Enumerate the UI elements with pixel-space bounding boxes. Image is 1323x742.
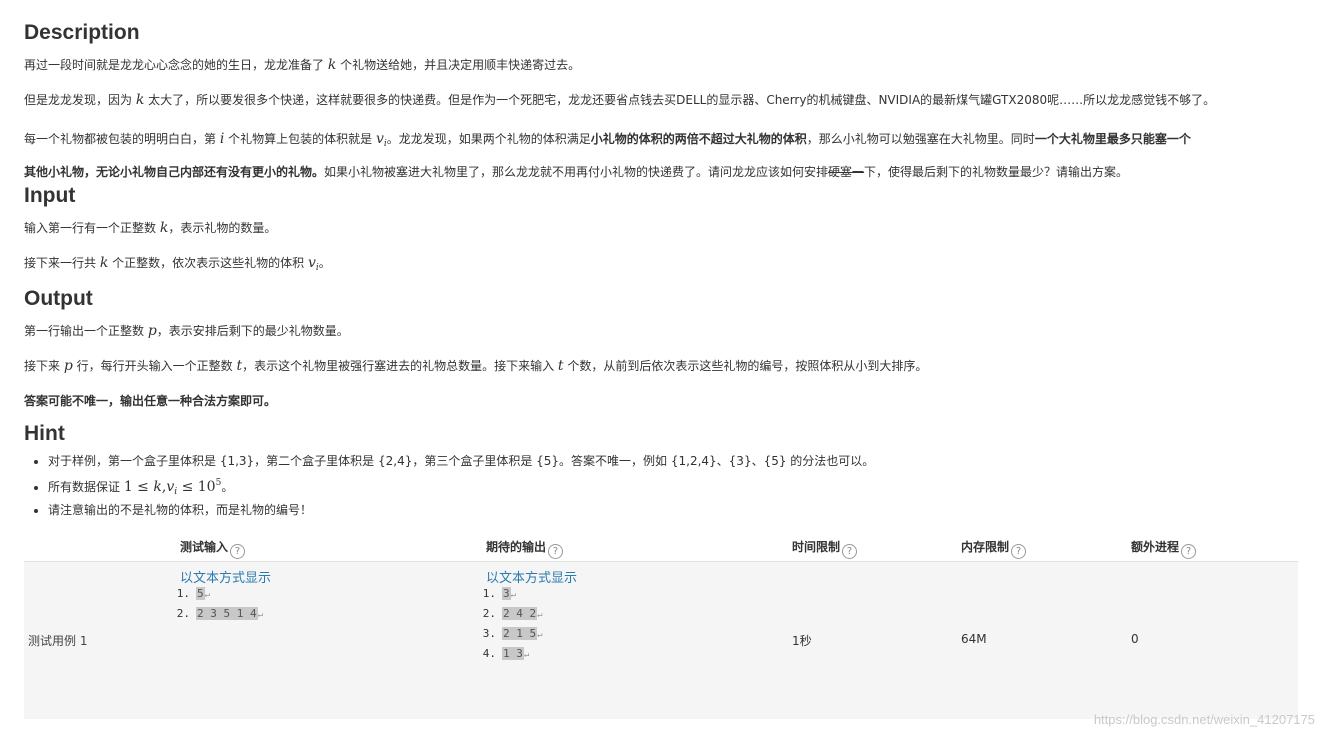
description-paragraph-1: 再过一段时间就是龙龙心心念念的她的生日，龙龙准备了 k 个礼物送给她，并且决定用… [24,57,581,73]
watermark: https://blog.csdn.net/weixin_41207175 [1093,712,1315,727]
memory-limit-value: 64M [961,632,987,646]
time-limit-value: 1秒 [792,634,812,648]
header-time-limit: 时间限制? [792,534,858,560]
question-circle-icon[interactable]: ? [230,544,246,559]
header-extra-process: 额外进程? [1131,534,1197,560]
header-memory-limit: 内存限制? [961,534,1027,560]
code-line: 4. 1 3↵ [482,647,530,660]
extra-process-value: 0 [1131,632,1139,646]
hint-item-1: 对于样例，第一个盒子里体积是 {1,3}，第二个盒子里体积是 {2,4}，第三个… [48,452,874,473]
hint-item-3: 请注意输出的不是礼物的体积，而是礼物的编号！ [48,501,874,521]
question-circle-icon[interactable]: ? [842,544,858,559]
code-line: 1. 5↵ [176,587,211,600]
output-paragraph-1: 第一行输出一个正整数 p，表示安排后剩下的最少礼物数量。 [24,323,349,339]
question-circle-icon[interactable]: ? [548,544,564,559]
code-line: 2. 2 4 2↵ [482,607,543,620]
code-line: 1. 3↵ [482,587,517,600]
input-heading: Input [24,184,76,207]
header-expected-output: 期待的输出? [486,534,564,560]
hint-list: 对于样例，第一个盒子里体积是 {1,3}，第二个盒子里体积是 {2,4}，第三个… [24,452,874,521]
hint-item-2: 所有数据保证 1 ≤ k,vi ≤ 105。 [48,473,874,501]
description-paragraph-3: 每一个礼物都被包装的明明白白，第 i 个礼物算上包装的体积就是 vi。龙龙发现，… [24,131,1191,179]
input-code-block: 1. 5↵ 2. 2 3 5 1 4↵ [164,584,263,624]
code-line: 3. 2 1 5↵ [482,627,543,640]
hint-heading: Hint [24,422,65,445]
code-line: 2. 2 3 5 1 4↵ [176,607,264,620]
description-heading: Description [24,21,140,44]
output-code-block: 1. 3↵ 2. 2 4 2↵ 3. 2 1 5↵ 4. 1 3↵ [470,584,543,664]
input-paragraph-2: 接下来一行共 k 个正整数，依次表示这些礼物的体积 vi。 [24,255,331,273]
question-circle-icon[interactable]: ? [1011,544,1027,559]
output-paragraph-3: 答案可能不唯一，输出任意一种合法方案即可。 [24,394,277,408]
test-case-name: 测试用例 1 [28,634,88,648]
input-paragraph-1: 输入第一行有一个正整数 k，表示礼物的数量。 [24,220,277,236]
table-row: 测试用例 1 以文本方式显示 1. 5↵ 2. 2 3 5 1 4↵ 以文本方式显示… [24,562,1298,719]
description-paragraph-2: 但是龙龙发现，因为 k 太大了，所以要发很多个快递，这样就要很多的快递费。但是作… [24,92,1216,108]
question-circle-icon[interactable]: ? [1181,544,1197,559]
output-paragraph-2: 接下来 p 行，每行开头输入一个正整数 t，表示这个礼物里被强行塞进去的礼物总数… [24,358,928,374]
header-test-input: 测试输入? [180,534,246,560]
output-heading: Output [24,287,93,310]
